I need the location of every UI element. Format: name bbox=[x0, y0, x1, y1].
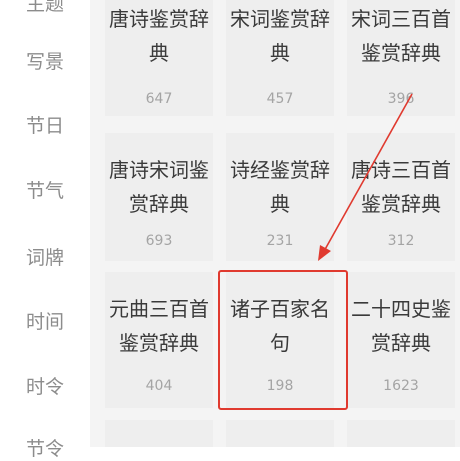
card-count: 1623 bbox=[383, 378, 419, 394]
card-title: 元曲三百首 鉴赏辞典 bbox=[109, 297, 209, 355]
sidebar-item-scenery[interactable]: 写景 bbox=[0, 50, 90, 74]
sidebar-item-solar-term[interactable]: 节气 bbox=[0, 179, 90, 203]
book-card[interactable] bbox=[226, 420, 334, 447]
book-card[interactable]: 宋词鉴赏辞典 457 bbox=[226, 0, 334, 116]
card-title: 诗经鉴赏辞典 bbox=[230, 158, 330, 216]
card-title: 二十四史鉴 赏辞典 bbox=[351, 297, 451, 355]
sidebar-item-cipai[interactable]: 词牌 bbox=[0, 246, 90, 270]
book-grid: 唐诗鉴赏辞典 647 宋词鉴赏辞典 457 宋词三百首 鉴赏辞典 396 唐诗宋词… bbox=[90, 0, 460, 447]
sidebar-item-season-festival[interactable]: 节令 bbox=[0, 437, 90, 461]
book-card[interactable]: 宋词三百首 鉴赏辞典 396 bbox=[347, 0, 455, 116]
card-count: 231 bbox=[266, 233, 294, 249]
book-card[interactable]: 诗经鉴赏辞典 231 bbox=[226, 133, 334, 261]
card-title: 宋词鉴赏辞典 bbox=[230, 7, 330, 65]
sidebar-item-theme[interactable]: 主题 bbox=[0, 0, 90, 16]
category-sidebar: 主题 写景 节日 节气 词牌 时间 时令 节令 bbox=[0, 0, 90, 460]
book-card[interactable]: 诸子百家名句 198 bbox=[226, 272, 334, 408]
card-count: 457 bbox=[266, 91, 294, 107]
sidebar-item-season[interactable]: 时令 bbox=[0, 375, 90, 399]
card-count: 693 bbox=[145, 233, 173, 249]
book-card[interactable]: 唐诗三百首 鉴赏辞典 312 bbox=[347, 133, 455, 261]
card-count: 404 bbox=[145, 378, 173, 394]
card-count: 198 bbox=[266, 378, 294, 394]
book-card[interactable]: 二十四史鉴 赏辞典 1623 bbox=[347, 272, 455, 408]
card-count: 647 bbox=[145, 91, 173, 107]
card-title: 诸子百家名句 bbox=[230, 297, 330, 355]
book-card[interactable] bbox=[105, 420, 213, 447]
book-card[interactable]: 唐诗鉴赏辞典 647 bbox=[105, 0, 213, 116]
book-card[interactable]: 唐诗宋词鉴 赏辞典 693 bbox=[105, 133, 213, 261]
card-title: 唐诗鉴赏辞典 bbox=[109, 7, 209, 65]
card-title: 唐诗三百首 鉴赏辞典 bbox=[351, 158, 451, 216]
book-card[interactable] bbox=[347, 420, 455, 447]
sidebar-item-time[interactable]: 时间 bbox=[0, 310, 90, 334]
card-count: 396 bbox=[387, 91, 415, 107]
book-card[interactable]: 元曲三百首 鉴赏辞典 404 bbox=[105, 272, 213, 408]
card-title: 宋词三百首 鉴赏辞典 bbox=[351, 7, 451, 65]
card-count: 312 bbox=[387, 233, 415, 249]
card-title: 唐诗宋词鉴 赏辞典 bbox=[109, 158, 209, 216]
sidebar-item-festival[interactable]: 节日 bbox=[0, 114, 90, 138]
